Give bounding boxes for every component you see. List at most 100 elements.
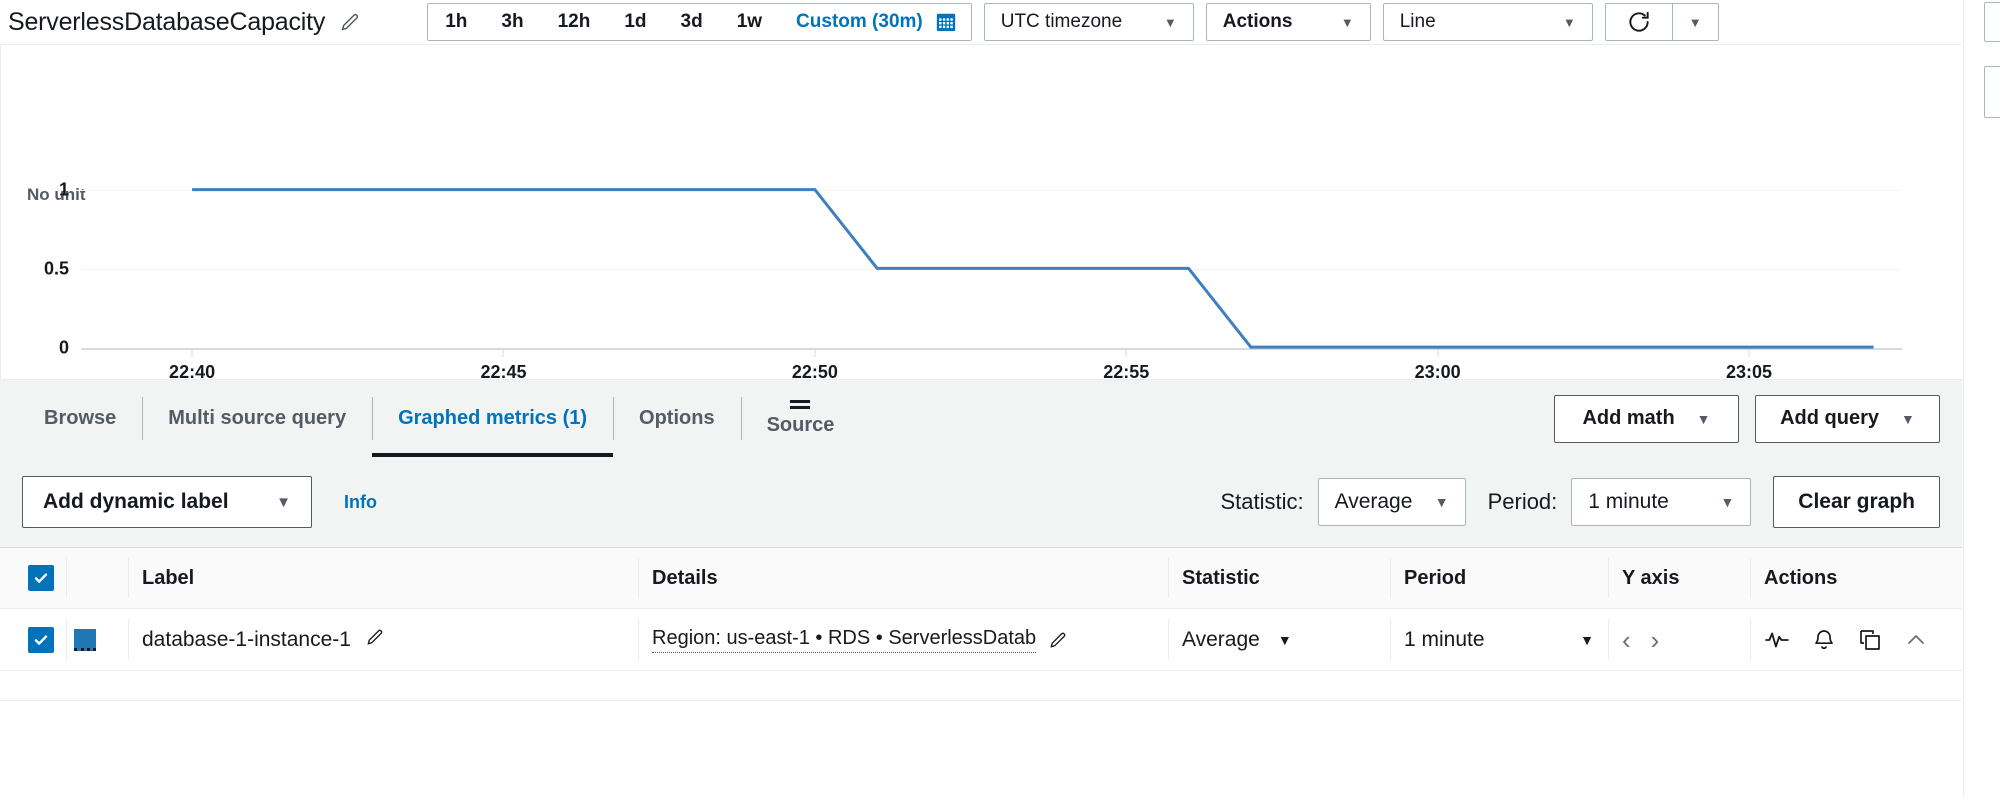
statistic-value: Average bbox=[1334, 490, 1413, 513]
refresh-button[interactable] bbox=[1606, 4, 1672, 40]
column-header-text: Details bbox=[652, 566, 718, 589]
actions-menu-button[interactable]: Actions ▼ bbox=[1205, 3, 1371, 41]
column-header-label[interactable]: Label bbox=[128, 548, 638, 608]
add-dynamic-label-button[interactable]: Add dynamic label ▼ bbox=[22, 476, 312, 528]
period-select[interactable]: 1 minute ▼ bbox=[1571, 478, 1752, 526]
time-range-1w[interactable]: 1w bbox=[720, 4, 779, 40]
row-actions-cell bbox=[1750, 609, 1962, 670]
time-range-group: 1h 3h 12h 1d 3d 1w Custom (30m) bbox=[427, 3, 972, 41]
tab-options[interactable]: Options bbox=[613, 380, 741, 457]
collapse-chevron-icon[interactable] bbox=[1904, 628, 1928, 652]
time-range-3d[interactable]: 3d bbox=[664, 4, 720, 40]
tab-browse[interactable]: Browse bbox=[18, 380, 142, 457]
tabs-action-buttons: Add math ▼ Add query ▼ bbox=[1554, 380, 1962, 457]
refresh-options-chevron-down-icon[interactable]: ▼ bbox=[1671, 4, 1718, 40]
graphed-metrics-controls: Add dynamic label ▼ Info Statistic: Aver… bbox=[0, 457, 1962, 547]
row-label-cell: database-1-instance-1 bbox=[128, 609, 638, 670]
column-header-text: Y axis bbox=[1622, 566, 1680, 589]
anomaly-detection-icon[interactable] bbox=[1764, 627, 1790, 653]
clear-graph-button[interactable]: Clear graph bbox=[1773, 476, 1940, 528]
chevron-down-icon: ▼ bbox=[1580, 631, 1594, 648]
chevron-down-icon: ▼ bbox=[1340, 14, 1354, 30]
column-header-statistic[interactable]: Statistic bbox=[1168, 548, 1390, 608]
graph-toolbar: ServerlessDatabaseCapacity 1h 3h 12h 1d … bbox=[0, 0, 2000, 44]
row-checkbox[interactable] bbox=[28, 626, 54, 653]
query-tabs: Browse Multi source query Graphed metric… bbox=[0, 380, 860, 457]
series-color-swatch[interactable] bbox=[74, 628, 96, 651]
tab-label: Graphed metrics (1) bbox=[398, 407, 588, 429]
statistic-select[interactable]: Average ▼ bbox=[1317, 478, 1466, 526]
column-header-period[interactable]: Period bbox=[1390, 548, 1608, 608]
chevron-down-icon: ▼ bbox=[1696, 410, 1711, 427]
metric-chart: No unit 1 0.5 0 22:40 22:45 22:50 22:55 … bbox=[0, 44, 1962, 382]
time-range-12h[interactable]: 12h bbox=[541, 4, 608, 40]
chart-series-line bbox=[81, 45, 1902, 379]
table-row[interactable]: database-1-instance-1 Region: us-east-1 … bbox=[0, 609, 1962, 671]
add-dynamic-label-text: Add dynamic label bbox=[43, 490, 229, 513]
add-query-label: Add query bbox=[1780, 407, 1880, 429]
column-header-text: Actions bbox=[1764, 566, 1838, 589]
row-period-text: 1 minute bbox=[1404, 627, 1485, 651]
select-all-checkbox[interactable] bbox=[28, 565, 54, 591]
row-action-icons bbox=[1764, 627, 1928, 653]
chevron-down-icon: ▼ bbox=[276, 493, 291, 511]
color-column-header bbox=[66, 548, 128, 608]
add-query-button[interactable]: Add query ▼ bbox=[1755, 394, 1940, 443]
tab-multi-source-query[interactable]: Multi source query bbox=[142, 380, 372, 457]
info-link[interactable]: Info bbox=[344, 492, 377, 513]
tab-graphed-metrics[interactable]: Graphed metrics (1) bbox=[372, 380, 613, 457]
row-statistic-text: Average bbox=[1182, 627, 1260, 651]
chart-unit-label: No unit bbox=[27, 185, 86, 204]
y-axis-toggle: ‹ › bbox=[1622, 627, 1659, 653]
add-math-button[interactable]: Add math ▼ bbox=[1554, 394, 1739, 443]
column-header-actions: Actions bbox=[1750, 548, 1962, 608]
row-statistic-cell[interactable]: Average ▼ bbox=[1168, 609, 1390, 670]
right-panel-divider bbox=[1963, 0, 1964, 797]
tab-source[interactable]: Source bbox=[740, 380, 861, 457]
chevron-down-icon: ▼ bbox=[1562, 14, 1576, 30]
page-title: ServerlessDatabaseCapacity bbox=[8, 7, 326, 36]
time-range-1h[interactable]: 1h bbox=[428, 4, 484, 40]
edit-details-pencil-icon[interactable] bbox=[1048, 630, 1068, 650]
y-axis-right-chevron-icon[interactable]: › bbox=[1651, 627, 1660, 653]
chevron-down-icon: ▼ bbox=[1163, 14, 1177, 30]
column-header-y-axis[interactable]: Y axis bbox=[1608, 548, 1750, 608]
time-range-custom[interactable]: Custom (30m) bbox=[779, 4, 931, 40]
timezone-label: UTC timezone bbox=[1000, 11, 1123, 32]
time-range-1d[interactable]: 1d bbox=[607, 4, 663, 40]
duplicate-icon[interactable] bbox=[1858, 628, 1882, 652]
row-label-text: database-1-instance-1 bbox=[142, 627, 351, 651]
row-select-cell bbox=[0, 609, 66, 670]
clear-graph-label: Clear graph bbox=[1798, 490, 1915, 513]
column-header-text: Statistic bbox=[1182, 566, 1260, 589]
table-header-row: Label Details Statistic Period Y axis Ac… bbox=[0, 547, 1962, 609]
period-value: 1 minute bbox=[1588, 490, 1669, 513]
chevron-down-icon: ▼ bbox=[1277, 631, 1292, 648]
time-range-3h[interactable]: 3h bbox=[484, 4, 540, 40]
add-math-label: Add math bbox=[1582, 407, 1675, 429]
edit-label-pencil-icon[interactable] bbox=[365, 627, 385, 652]
drag-handle-icon[interactable] bbox=[790, 400, 811, 409]
edit-title-pencil-icon[interactable] bbox=[339, 11, 361, 33]
row-details-text: Region: us-east-1 • RDS • ServerlessData… bbox=[652, 627, 1037, 653]
right-edge-control-top[interactable] bbox=[1984, 2, 2000, 42]
timezone-select[interactable]: UTC timezone ▼ bbox=[983, 3, 1194, 41]
y-tick-label-0: 0 bbox=[58, 337, 69, 358]
row-details-cell: Region: us-east-1 • RDS • ServerlessData… bbox=[638, 609, 1168, 670]
chart-type-select[interactable]: Line ▼ bbox=[1382, 3, 1593, 41]
calendar-icon[interactable] bbox=[931, 4, 971, 40]
column-header-details[interactable]: Details bbox=[638, 548, 1168, 608]
row-color-cell bbox=[66, 609, 128, 670]
statistic-label: Statistic: bbox=[1220, 489, 1304, 514]
chart-type-label: Line bbox=[1399, 11, 1436, 32]
right-edge-control-bottom[interactable] bbox=[1984, 66, 2000, 118]
y-axis-left-chevron-icon[interactable]: ‹ bbox=[1622, 627, 1631, 653]
period-label: Period: bbox=[1487, 489, 1558, 514]
refresh-group: ▼ bbox=[1604, 3, 1719, 41]
row-period-cell[interactable]: 1 minute ▼ bbox=[1390, 609, 1608, 670]
chevron-down-icon: ▼ bbox=[1720, 494, 1735, 510]
query-tabs-bar: Browse Multi source query Graphed metric… bbox=[0, 379, 1962, 457]
alarm-bell-icon[interactable] bbox=[1812, 628, 1836, 652]
chevron-down-icon: ▼ bbox=[1901, 410, 1915, 427]
chevron-down-icon: ▼ bbox=[1434, 494, 1449, 510]
